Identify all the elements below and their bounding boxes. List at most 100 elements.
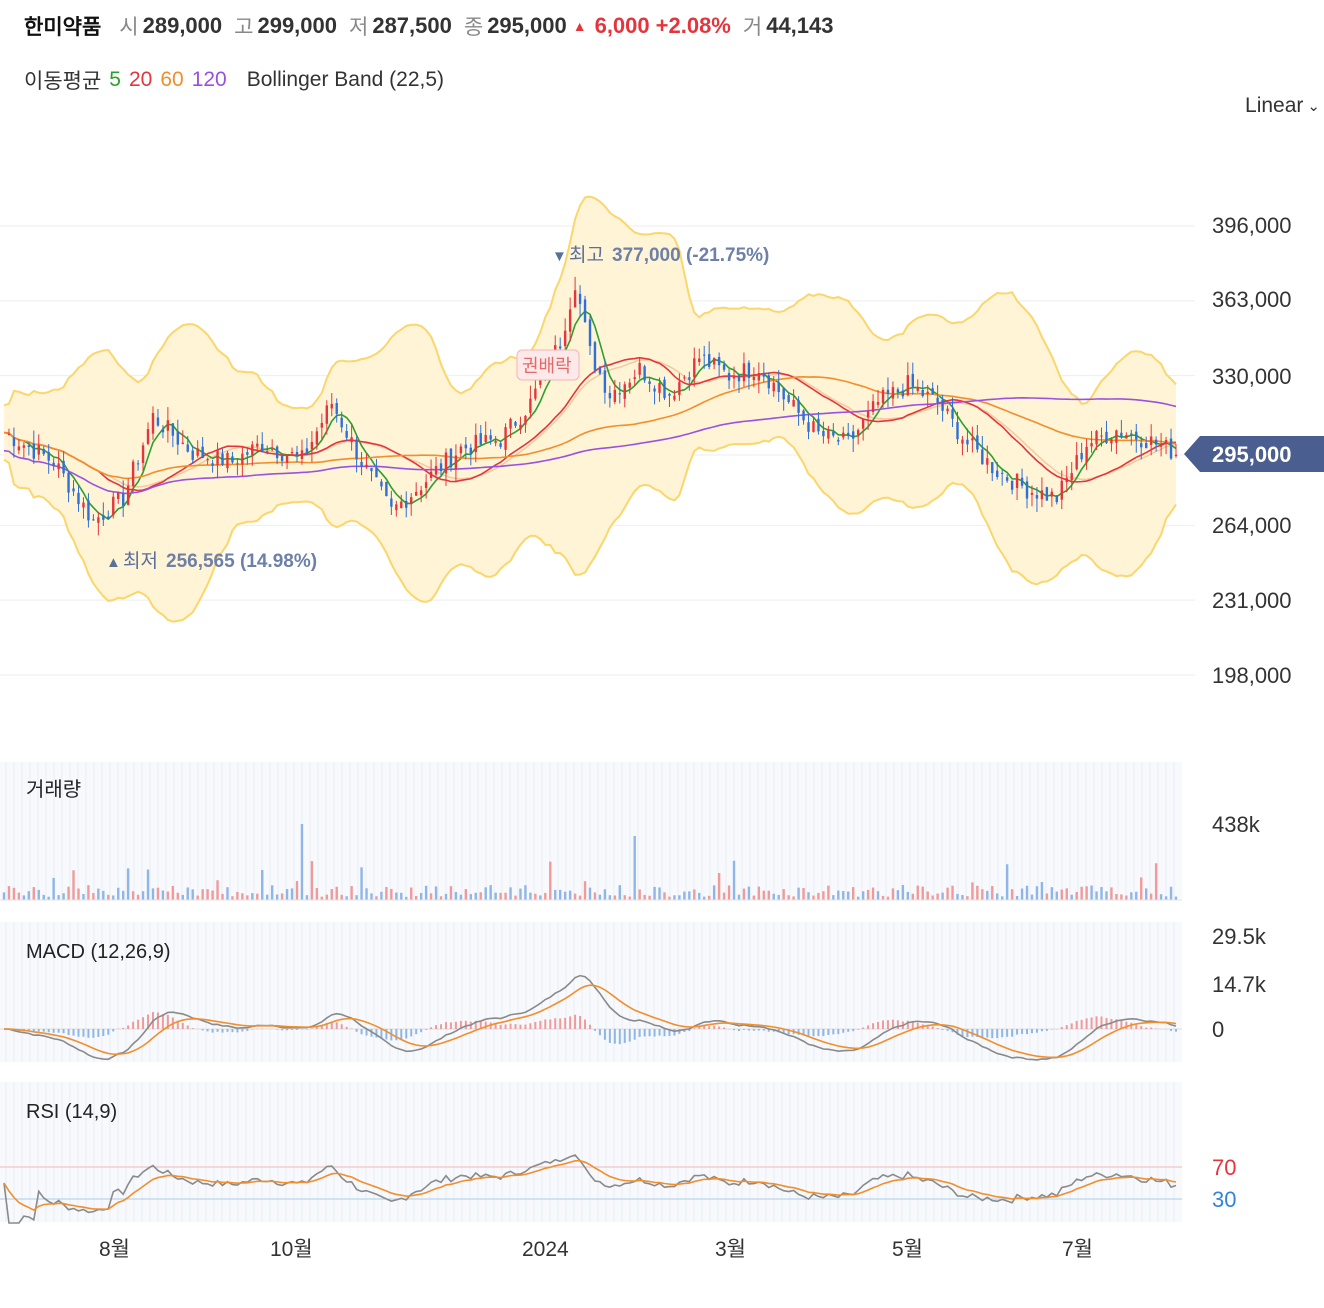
candle-body bbox=[186, 444, 189, 452]
candle-body bbox=[375, 467, 378, 478]
candle-body bbox=[752, 376, 756, 381]
candle-body bbox=[444, 452, 448, 474]
macd-histogram-bar bbox=[281, 1029, 284, 1031]
candle-body bbox=[27, 445, 31, 447]
candle-body bbox=[499, 443, 502, 447]
volume-bar bbox=[638, 889, 641, 900]
volume-bar bbox=[951, 885, 954, 900]
volume-bar bbox=[449, 886, 453, 900]
volume-tick-0: 438k bbox=[1212, 812, 1261, 837]
candle-body bbox=[1164, 440, 1168, 444]
macd-histogram-bar bbox=[936, 1028, 939, 1029]
volume-bar bbox=[608, 895, 612, 900]
macd-histogram-bar bbox=[757, 1029, 760, 1031]
volume-bar bbox=[618, 885, 621, 900]
volume-bar bbox=[434, 886, 438, 900]
volume-bar bbox=[270, 885, 274, 900]
volume-bar bbox=[131, 891, 135, 900]
candle-body bbox=[1110, 439, 1113, 444]
volume-bar bbox=[722, 892, 726, 900]
macd-histogram-bar bbox=[97, 1029, 100, 1037]
volume-bar bbox=[400, 892, 403, 900]
candle-body bbox=[1105, 431, 1108, 444]
volume-bar bbox=[32, 887, 35, 900]
price-tick-0: 396,000 bbox=[1212, 213, 1292, 238]
macd-histogram-bar bbox=[206, 1029, 209, 1032]
candle-body bbox=[559, 346, 562, 349]
volume-bar bbox=[832, 895, 835, 900]
candle-body bbox=[270, 448, 274, 450]
candle-body bbox=[464, 444, 468, 449]
candle-body bbox=[757, 372, 761, 381]
candle-body bbox=[459, 446, 463, 454]
candle-body bbox=[275, 446, 279, 459]
volume-bar bbox=[1025, 885, 1029, 900]
candle-body bbox=[653, 388, 656, 392]
volume-bar bbox=[971, 882, 974, 900]
macd-histogram-bar bbox=[1030, 1029, 1033, 1034]
triangle-down-icon: ▼ bbox=[552, 248, 567, 265]
macd-histogram-bar bbox=[1016, 1029, 1019, 1035]
macd-histogram-bar bbox=[132, 1021, 135, 1029]
candle-body bbox=[941, 399, 944, 411]
macd-histogram-bar bbox=[87, 1029, 90, 1038]
volume-bar bbox=[275, 894, 279, 900]
volume-bar bbox=[812, 895, 815, 900]
candle-body bbox=[504, 427, 507, 450]
volume-bar bbox=[703, 896, 706, 900]
volume-bar bbox=[996, 893, 999, 900]
volume-bar bbox=[221, 893, 224, 900]
volume-bar bbox=[628, 896, 631, 900]
candle-body bbox=[300, 450, 304, 459]
volume-bar bbox=[87, 885, 90, 900]
volume-bar bbox=[916, 885, 919, 900]
volume-bar bbox=[92, 893, 95, 900]
volume-bar bbox=[1145, 888, 1148, 900]
volume-bar bbox=[1105, 891, 1108, 900]
volume-bar bbox=[752, 895, 756, 900]
macd-histogram-bar bbox=[137, 1019, 140, 1029]
volume-bar bbox=[807, 892, 810, 900]
candle-body bbox=[216, 449, 219, 466]
volume-bar bbox=[712, 885, 716, 900]
volume-bar bbox=[747, 886, 751, 900]
macd-histogram-bar bbox=[211, 1029, 214, 1033]
candle-body bbox=[1125, 435, 1128, 439]
candle-body bbox=[405, 500, 408, 508]
volume-bar bbox=[1090, 885, 1093, 900]
macd-histogram-bar bbox=[663, 1029, 666, 1037]
candle-body bbox=[176, 431, 180, 445]
volume-bar bbox=[370, 893, 373, 900]
rsi-tick-1: 30 bbox=[1212, 1187, 1236, 1212]
candle-body bbox=[802, 410, 805, 421]
volume-bar bbox=[72, 870, 75, 900]
macd-histogram-bar bbox=[847, 1029, 850, 1032]
candle-body bbox=[335, 403, 338, 414]
candle-body bbox=[971, 438, 974, 441]
macd-histogram-bar bbox=[1145, 1027, 1148, 1029]
macd-histogram-bar bbox=[52, 1029, 55, 1033]
candle-body bbox=[12, 437, 16, 447]
macd-histogram-bar bbox=[723, 1027, 726, 1029]
volume-bar bbox=[1110, 887, 1113, 900]
volume-bar bbox=[653, 886, 656, 900]
candle-body bbox=[211, 463, 214, 466]
volume-bar bbox=[112, 895, 115, 900]
volume-bar bbox=[1169, 886, 1173, 900]
volume-bar bbox=[166, 891, 170, 900]
volume-bar bbox=[698, 892, 701, 900]
candle-body bbox=[891, 387, 895, 399]
macd-histogram-bar bbox=[991, 1029, 994, 1039]
candle-body bbox=[201, 446, 204, 459]
candle-body bbox=[991, 462, 994, 474]
stock-chart[interactable]: 396,000 363,000 330,000 264,000 231,000 … bbox=[0, 0, 1324, 1308]
candle-body bbox=[1040, 490, 1044, 500]
candle-body bbox=[22, 445, 26, 448]
volume-bar bbox=[102, 890, 105, 900]
macd-histogram-bar bbox=[718, 1026, 721, 1029]
volume-bar bbox=[792, 896, 795, 900]
candle-body bbox=[623, 384, 626, 399]
volume-bar bbox=[643, 894, 646, 900]
candle-body bbox=[126, 485, 130, 505]
candle-body bbox=[62, 460, 65, 474]
